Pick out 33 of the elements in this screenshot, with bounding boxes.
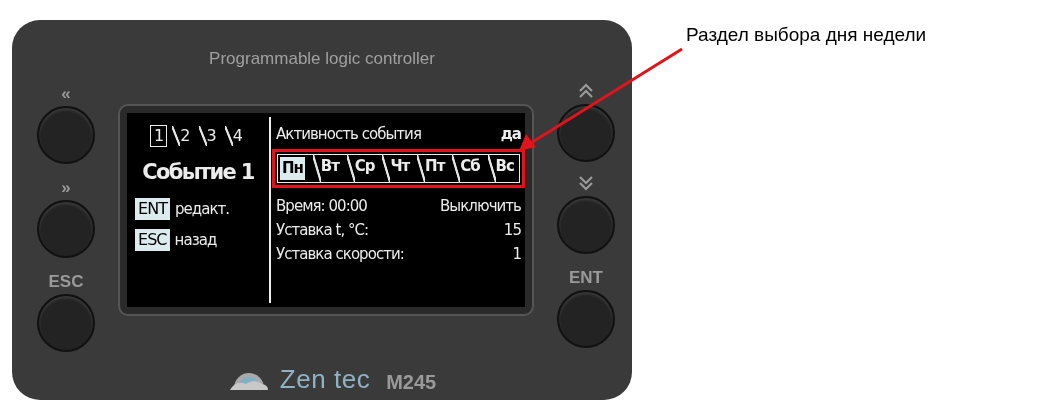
weekday-toggle[interactable]: Вс (487, 154, 516, 182)
brand-name: Zen tec (279, 365, 371, 392)
setting-value: 1 (512, 244, 521, 266)
weekday-toggle[interactable]: Чт (382, 154, 412, 182)
weekday-toggle[interactable]: Вт (312, 154, 341, 182)
event-tab[interactable]: 4 (223, 124, 246, 147)
double-chevron-down-icon (578, 173, 594, 192)
setting-label: Время: 00:00 (276, 196, 367, 218)
weekday-toggle[interactable]: Ср (346, 154, 377, 182)
weekday-toggle[interactable]: Пн (278, 154, 307, 182)
setting-value: 15 (503, 220, 521, 242)
button-label: » (61, 176, 71, 196)
activity-value: да (500, 124, 521, 146)
double-chevron-up-icon (578, 81, 594, 100)
annotation-text: Раздел выбора дня недели (686, 23, 927, 47)
key-badge: ESC (135, 228, 170, 251)
event-tab[interactable]: 1 (150, 124, 168, 147)
setting-label: Уставка t, °C: (276, 220, 369, 242)
button-label: ENT (569, 266, 603, 286)
button-label: ESC (48, 270, 84, 290)
key-badge: ENT (135, 198, 170, 221)
activity-label: Активность события (276, 124, 421, 146)
hint-text: редакт. (175, 199, 230, 220)
hint-text: назад (174, 229, 217, 251)
model-name: M245 (386, 371, 437, 392)
device-caption: Programmable logic controller (209, 48, 435, 70)
setting-label: Уставка скорости: (276, 244, 404, 266)
setting-value: Выключить (440, 196, 521, 218)
weekday-toggle[interactable]: Пт (417, 154, 447, 182)
round-button[interactable] (557, 103, 615, 162)
button-label: « (61, 82, 71, 102)
weekday-toggle[interactable]: Сб (452, 154, 482, 182)
event-title: Событие 1 (142, 158, 254, 186)
